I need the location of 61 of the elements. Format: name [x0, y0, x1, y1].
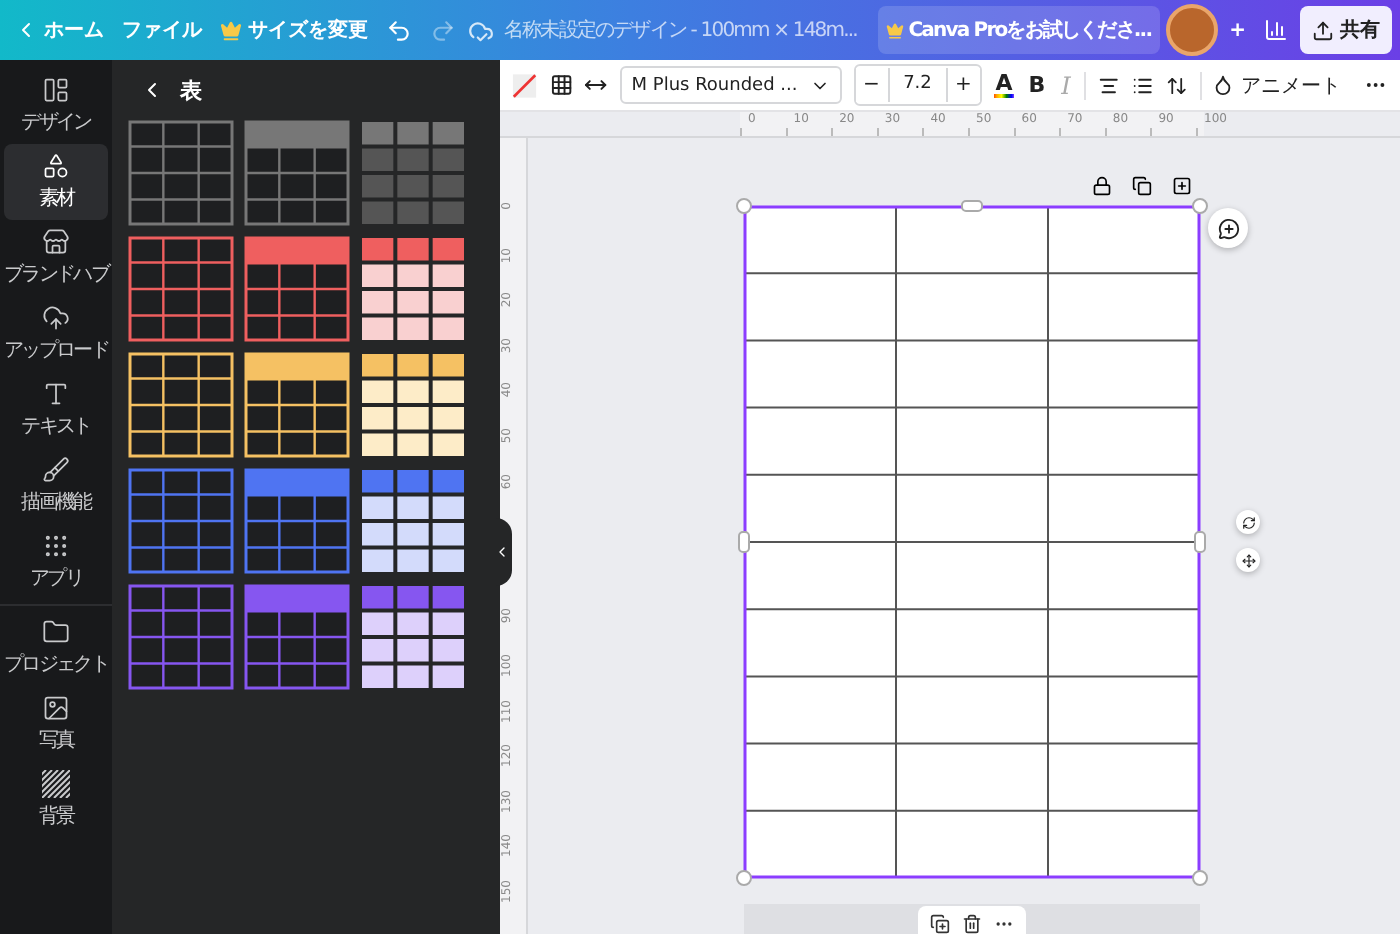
line-spacing-icon[interactable]: [1165, 73, 1187, 97]
sidebar-item[interactable]: ブランドハブ: [4, 220, 108, 296]
align-center-icon[interactable]: [1098, 73, 1121, 97]
rotate-icon: [1241, 515, 1255, 529]
panel-title: 表: [180, 75, 202, 105]
crown-icon: [886, 21, 905, 39]
add-user-button[interactable]: +: [1223, 15, 1252, 45]
sidebar-item[interactable]: デザイン: [4, 68, 108, 144]
undo-icon: [386, 17, 412, 43]
image-icon: [42, 694, 70, 722]
text-color-button[interactable]: A: [993, 72, 1015, 98]
redo-icon: [430, 17, 456, 43]
comment-add-icon: [1217, 217, 1239, 239]
selected-table-drawing[interactable]: [736, 198, 1208, 886]
sidebar-item[interactable]: テキスト: [4, 372, 108, 448]
bold-button[interactable]: B: [1026, 72, 1048, 98]
duplicate-icon[interactable]: [1132, 176, 1152, 196]
text-icon: [42, 380, 70, 408]
sidebar-item[interactable]: 素材: [4, 144, 108, 220]
move-icon: [1241, 553, 1255, 567]
user-avatar[interactable]: [1165, 4, 1218, 56]
table-template[interactable]: [128, 352, 234, 458]
lock-icon[interactable]: [1092, 176, 1112, 196]
rotate-button[interactable]: [1236, 510, 1260, 534]
move-button[interactable]: [1236, 548, 1260, 572]
table-template[interactable]: [244, 352, 350, 458]
table-grid-icon[interactable]: [549, 72, 573, 98]
trash-icon[interactable]: [962, 914, 982, 934]
upload-icon: [1312, 19, 1334, 41]
sidebar-item[interactable]: アプリ: [4, 524, 108, 600]
list-icon[interactable]: [1132, 73, 1154, 97]
table-template[interactable]: [360, 352, 466, 458]
sidebar-item[interactable]: 背景: [4, 762, 108, 838]
sidebar-item[interactable]: 描画機能: [4, 448, 108, 524]
chevron-left-icon: [494, 544, 510, 560]
font-dropdown[interactable]: M Plus Rounded ...: [619, 66, 842, 104]
sidebar-item[interactable]: プロジェクト: [4, 610, 108, 686]
cloud-check-icon: [468, 17, 494, 43]
sidebar-item[interactable]: アップロード: [4, 296, 108, 372]
droplet-icon: [1212, 74, 1235, 96]
table-template[interactable]: [360, 236, 466, 342]
sidebar-item[interactable]: 写真: [4, 686, 108, 762]
pro-trial-button[interactable]: Canva Proをお試しくださ...: [878, 6, 1160, 54]
table-template[interactable]: [360, 584, 466, 690]
animate-button[interactable]: アニメート: [1212, 71, 1341, 99]
table-template[interactable]: [360, 468, 466, 574]
dots-grid-icon: [42, 532, 70, 560]
bar-chart-icon: [1264, 18, 1288, 42]
folder-icon: [42, 618, 70, 646]
share-button[interactable]: 共有: [1300, 6, 1392, 54]
duplicate-page-icon[interactable]: [930, 914, 950, 934]
add-page-icon[interactable]: [1172, 176, 1192, 196]
layout-icon: [42, 76, 70, 104]
brush-icon: [42, 456, 70, 484]
no-fill-icon[interactable]: [512, 71, 538, 99]
comment-button[interactable]: [1208, 208, 1248, 248]
crown-icon: [220, 19, 242, 41]
shapes-icon: [42, 152, 70, 180]
cloud-upload-icon: [42, 304, 70, 332]
hatch-icon: [42, 770, 70, 798]
store-icon: [42, 228, 70, 256]
